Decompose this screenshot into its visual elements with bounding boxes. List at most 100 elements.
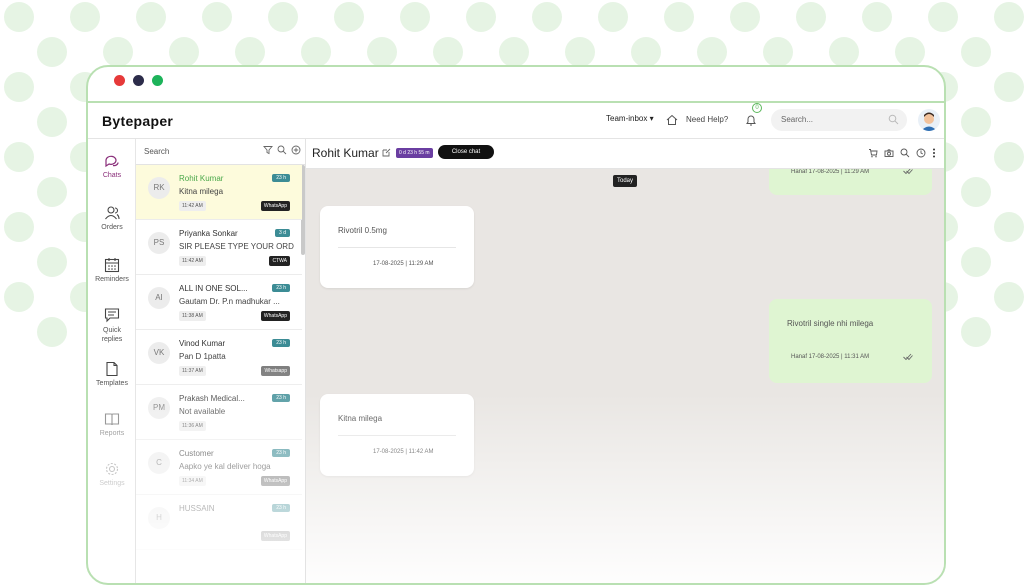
search-icon[interactable] — [900, 148, 910, 158]
channel-badge: WhatsApp — [260, 476, 290, 486]
chat-list-item[interactable]: PS Priyanka Sonkar SIR PLEASE TYPE YOUR … — [136, 220, 302, 275]
top-header: Bytepaper Team-inbox ▾ Need Help? 0 Sear… — [88, 103, 944, 139]
cart-icon[interactable] — [868, 148, 878, 158]
history-icon[interactable] — [916, 148, 926, 158]
sidebar-item-reminders[interactable]: Reminders — [88, 257, 136, 283]
chat-list-item[interactable]: PM Prakash Medical... Not available 11:3… — [136, 385, 302, 440]
session-badge: 23 h — [272, 504, 290, 512]
background-dot — [433, 37, 463, 67]
background-dot — [961, 317, 991, 347]
add-chat-icon[interactable] — [291, 145, 301, 155]
chat-search-placeholder: Search — [144, 147, 170, 156]
message-text: Kitna milega — [338, 414, 383, 423]
bubble-divider — [338, 247, 456, 248]
background-dot — [961, 107, 991, 137]
conversation-panel: Rohit Kumar 0 d 23 h 55 m Close chat Tod… — [306, 139, 944, 583]
filter-icon[interactable] — [263, 145, 273, 155]
home-icon[interactable] — [666, 114, 678, 126]
message-time: 11:42 AM — [179, 201, 206, 211]
incoming-message-bubble: Rivotril 0.5mg 17-08-2025 | 11:29 AM — [320, 206, 474, 288]
background-dot — [136, 2, 166, 32]
sidebar-item-quick-replies[interactable]: Quick replies — [88, 307, 136, 344]
message-time: 11:34 AM — [179, 476, 206, 486]
session-badge: 3 d — [275, 229, 290, 237]
sidebar-item-reports[interactable]: Reports — [88, 411, 136, 437]
contact-name: Customer — [179, 449, 214, 458]
sidebar-item-chats[interactable]: Chats — [88, 153, 136, 179]
close-window-icon[interactable] — [114, 75, 125, 86]
background-dot — [70, 2, 100, 32]
contact-name: HUSSAIN — [179, 504, 215, 513]
close-chat-button[interactable]: Close chat — [438, 145, 494, 159]
background-dot — [37, 107, 67, 137]
maximize-window-icon[interactable] — [152, 75, 163, 86]
channel-badge: WhatsApp — [260, 311, 290, 321]
contact-name: Rohit Kumar — [179, 174, 224, 183]
global-search-input[interactable]: Search... — [771, 109, 907, 131]
session-badge: 23 h — [272, 449, 290, 457]
edit-icon[interactable] — [382, 148, 391, 157]
background-dot — [664, 2, 694, 32]
background-dot — [961, 37, 991, 67]
background-dot — [4, 282, 34, 312]
minimize-window-icon[interactable] — [133, 75, 144, 86]
chat-list-item[interactable]: AI ALL IN ONE SOL... Gautam Dr. P.n madh… — [136, 275, 302, 330]
background-dot — [631, 37, 661, 67]
session-badge: 23 h — [272, 174, 290, 182]
chat-list-item[interactable]: VK Vinod Kumar Pan D 1patta 11:37 AM 23 … — [136, 330, 302, 385]
message-meta: 17-08-2025 | 11:42 AM — [373, 449, 434, 455]
window-titlebar — [88, 67, 944, 103]
bubble-divider — [338, 435, 456, 436]
contact-avatar: AI — [148, 287, 170, 309]
background-dot — [37, 317, 67, 347]
background-dot — [169, 37, 199, 67]
message-time: 11:37 AM — [179, 366, 206, 376]
chat-search-bar[interactable]: Search — [136, 139, 305, 165]
channel-badge: WhatsApp — [260, 201, 290, 211]
sidebar-item-label: Templates — [96, 380, 128, 387]
background-dot — [37, 247, 67, 277]
message-time: 11:42 AM — [179, 256, 206, 266]
chat-list-item[interactable]: C Customer Aapko ye kal deliver hoga 11:… — [136, 440, 302, 495]
workspace: Chats Orders Reminders Quick replies Tem… — [88, 139, 944, 583]
chat-list-item[interactable]: RK Rohit Kumar Kitna milega 11:42 AM 23 … — [136, 165, 302, 220]
sidebar-item-settings[interactable]: Settings — [88, 461, 136, 487]
background-dot — [4, 142, 34, 172]
camera-icon[interactable] — [884, 148, 894, 158]
background-dot — [796, 2, 826, 32]
chat-list-item[interactable]: H HUSSAIN 23 h WhatsApp — [136, 495, 302, 550]
more-options-icon[interactable] — [932, 148, 936, 158]
date-divider: Today — [613, 175, 638, 187]
team-inbox-dropdown[interactable]: Team-inbox ▾ — [606, 114, 654, 123]
session-timer-badge: 0 d 23 h 55 m — [396, 148, 433, 158]
sidebar-item-label: Chats — [102, 172, 122, 179]
bell-icon[interactable] — [745, 113, 757, 127]
contact-name: ALL IN ONE SOL... — [179, 284, 248, 293]
background-dot — [598, 2, 628, 32]
background-dot — [334, 2, 364, 32]
sidebar-item-label: Reminders — [95, 276, 129, 283]
search-icon[interactable] — [277, 145, 287, 155]
background-dot — [994, 142, 1024, 172]
background-dot — [928, 2, 958, 32]
contact-avatar: PS — [148, 232, 170, 254]
users-icon — [105, 206, 120, 220]
conversation-toolbar — [868, 148, 936, 158]
notification-badge: 0 — [752, 103, 762, 113]
sidebar-item-label: Settings — [99, 480, 125, 487]
last-message: Kitna milega — [179, 187, 224, 196]
session-badge: 23 h — [272, 284, 290, 292]
background-dot — [994, 2, 1024, 32]
need-help-link[interactable]: Need Help? — [686, 115, 728, 124]
brand-logo: Bytepaper — [102, 113, 174, 129]
sidebar-item-templates[interactable]: Templates — [88, 361, 136, 387]
background-dot — [202, 2, 232, 32]
channel-badge: WhatsApp — [260, 531, 290, 541]
search-placeholder: Search... — [781, 115, 814, 124]
user-avatar[interactable] — [918, 109, 940, 131]
background-dot — [994, 72, 1024, 102]
sidebar-item-orders[interactable]: Orders — [88, 205, 136, 231]
background-dot — [466, 2, 496, 32]
message-meta: 17-08-2025 | 11:29 AM — [373, 261, 434, 267]
chat-bubbles-icon — [105, 155, 119, 168]
